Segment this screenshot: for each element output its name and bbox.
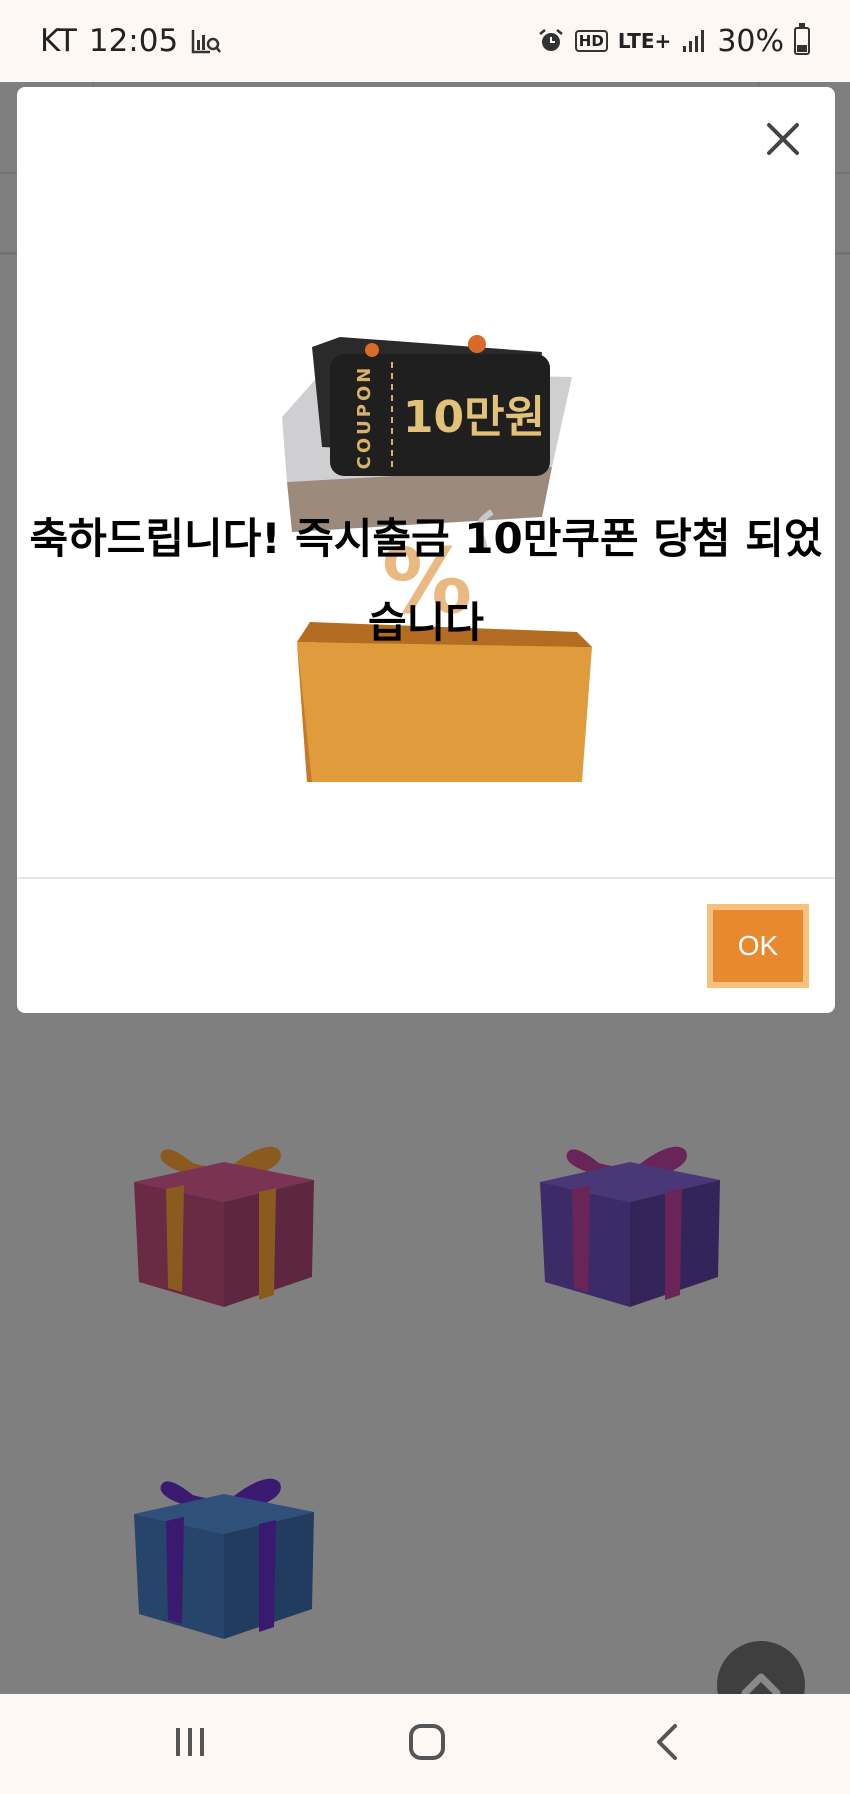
alarm-icon: [537, 27, 565, 55]
carrier: KT: [40, 23, 77, 59]
gift-box-red[interactable]: [124, 1112, 320, 1312]
home-button[interactable]: [405, 1722, 449, 1766]
back-button[interactable]: [645, 1722, 689, 1766]
dialog-divider: [17, 877, 835, 879]
battery-icon: [794, 23, 810, 55]
lte-icon: LTE+: [617, 29, 672, 53]
close-button[interactable]: [761, 119, 805, 163]
recent-apps-icon: [172, 1726, 208, 1762]
gift-box-purple[interactable]: [530, 1112, 726, 1312]
dialog-body: COUPON 10만원 % 축하드립니다! 즉시출금 10만쿠폰 당첨 되었습니…: [17, 87, 835, 877]
gift-box-blue[interactable]: [124, 1444, 320, 1644]
chart-search-icon: [190, 27, 222, 55]
coupon-value: 10만원: [403, 392, 545, 443]
battery-percent: 30%: [717, 23, 784, 59]
back-icon: [653, 1723, 681, 1765]
ok-button[interactable]: OK: [707, 904, 809, 988]
status-left: KT 12:05: [40, 23, 222, 59]
battery-level: [797, 44, 807, 52]
coupon-label: COUPON: [354, 365, 375, 470]
dialog-message: 축하드립니다! 즉시출금 10만쿠폰 당첨 되었습니다: [29, 514, 823, 647]
signal-icon: [681, 28, 707, 54]
clock: 12:05: [88, 23, 179, 59]
hd-voice-icon: HD: [574, 30, 608, 52]
close-icon: [766, 122, 800, 160]
home-icon: [408, 1723, 446, 1765]
coupon-win-dialog: COUPON 10만원 % 축하드립니다! 즉시출금 10만쿠폰 당첨 되었습니…: [17, 87, 835, 1013]
system-nav-bar: [0, 1694, 850, 1794]
status-bar: KT 12:05 HD LTE+ 30%: [0, 0, 850, 82]
recent-apps-button[interactable]: [168, 1722, 212, 1766]
status-right: HD LTE+ 30%: [537, 23, 810, 59]
